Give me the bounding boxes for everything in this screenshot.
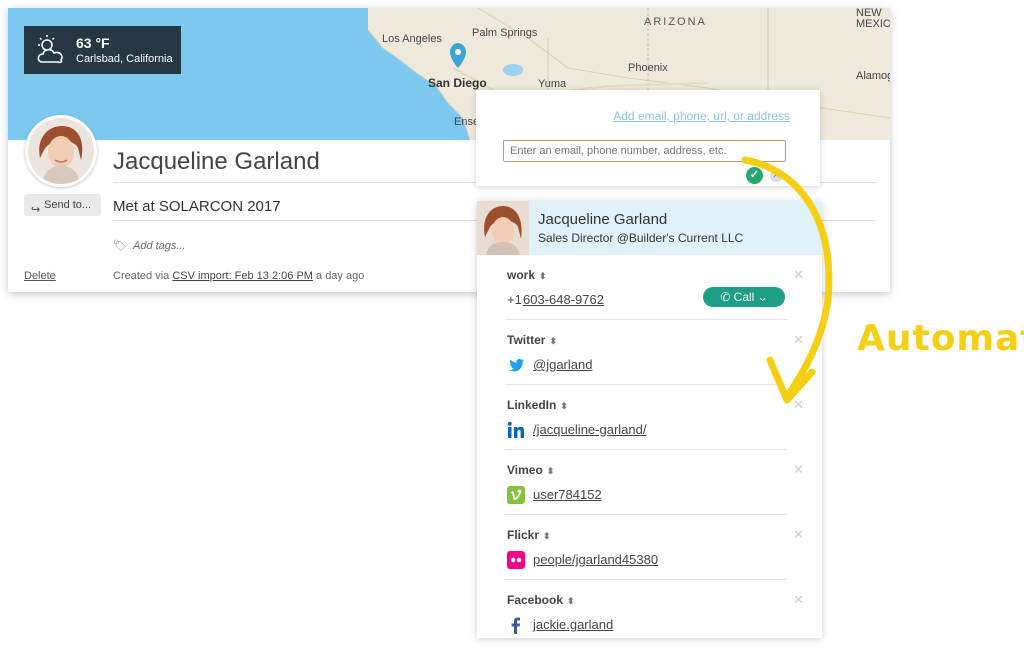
automatic-label: Automatic xyxy=(857,318,1024,359)
